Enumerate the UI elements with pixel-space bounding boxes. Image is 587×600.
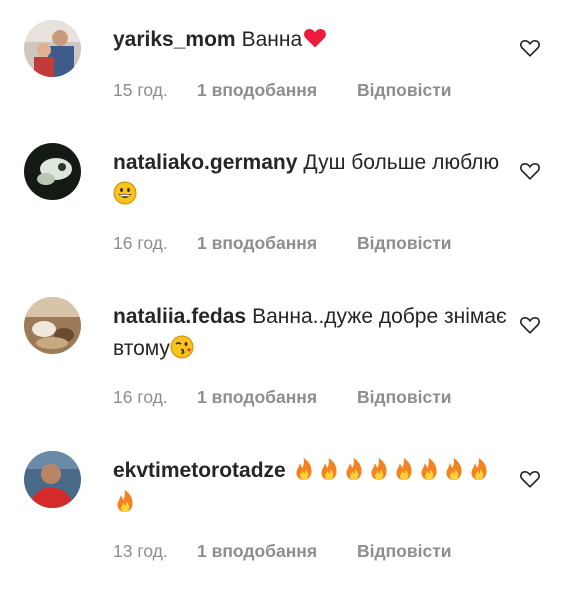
reply-button[interactable]: Відповісти [357,387,452,408]
comment-meta: 16 год. 1 вподобання Відповісти [113,387,452,408]
comment-likes[interactable]: 1 вподобання [197,233,357,254]
comment-likes[interactable]: 1 вподобання [197,541,357,562]
comment-body: nataliako.germany Душ больше люблю [113,147,513,211]
heart-outline-icon [520,471,540,488]
red-heart-icon [304,29,327,48]
comment-username[interactable]: nataliako.germany [113,151,297,174]
comment-username[interactable]: yariks_mom [113,28,236,51]
fire-icon [346,458,362,480]
fire-icon [421,458,437,480]
comment-time[interactable]: 15 год. [113,80,197,101]
winking-kiss-face-icon [170,335,194,359]
avatar[interactable] [24,20,81,77]
comment-username[interactable]: nataliia.fedas [113,305,246,328]
comment-body: nataliia.fedas Ванна..дуже добре знімає в… [113,301,513,365]
comment-username[interactable]: ekvtimetorotadze [113,459,286,482]
fire-icon [396,458,412,480]
comment-body: ekvtimetorotadze [113,455,513,519]
reply-button[interactable]: Відповісти [357,233,452,254]
like-button[interactable] [519,468,541,490]
comment-text: Ванна [241,28,303,51]
comment-meta: 16 год. 1 вподобання Відповісти [113,233,452,254]
avatar[interactable] [24,143,81,200]
fire-icon [446,458,462,480]
reply-button[interactable]: Відповісти [357,80,452,101]
like-button[interactable] [519,160,541,182]
avatar[interactable] [24,451,81,508]
comment-time[interactable]: 16 год. [113,387,197,408]
comment-meta: 15 год. 1 вподобання Відповісти [113,80,452,101]
fire-icon [117,490,133,512]
reply-button[interactable]: Відповісти [357,541,452,562]
like-button[interactable] [519,314,541,336]
avatar[interactable] [24,297,81,354]
comment-text: Душ больше люблю [303,151,500,174]
heart-outline-icon [520,317,540,334]
comment-time[interactable]: 13 год. [113,541,197,562]
comment-likes[interactable]: 1 вподобання [197,387,357,408]
heart-outline-icon [520,40,540,57]
fire-icon [296,458,312,480]
fire-icon [321,458,337,480]
like-button[interactable] [519,37,541,59]
comment-body: yariks_mom Ванна [113,24,513,56]
comment-meta: 13 год. 1 вподобання Відповісти [113,541,452,562]
heart-outline-icon [520,163,540,180]
fire-icon [471,458,487,480]
comment-time[interactable]: 16 год. [113,233,197,254]
comment-likes[interactable]: 1 вподобання [197,80,357,101]
grinning-face-icon [113,181,137,205]
fire-icon [371,458,387,480]
